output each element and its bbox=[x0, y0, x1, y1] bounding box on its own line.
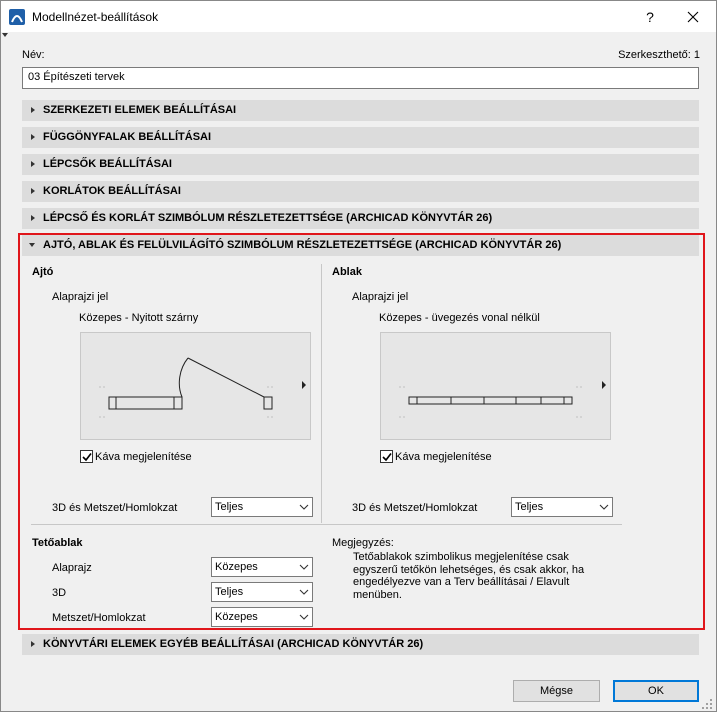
section-label: LÉPCSŐ ÉS KORLÁT SZIMBÓLUM RÉSZLETEZETTS… bbox=[43, 212, 493, 224]
resize-grip-icon[interactable] bbox=[701, 698, 713, 710]
title-bar: Modellnézet-beállítások ? bbox=[1, 1, 716, 32]
expand-arrow-icon bbox=[31, 188, 35, 194]
section-structural-elements[interactable]: SZERKEZETI ELEMEK BEÁLLÍTÁSAI bbox=[22, 100, 699, 121]
section-label: KORLÁTOK BEÁLLÍTÁSAI bbox=[43, 185, 181, 197]
section-label: FÜGGÖNYFALAK BEÁLLÍTÁSAI bbox=[43, 131, 212, 143]
name-input[interactable]: 03 Építészeti tervek bbox=[22, 67, 699, 89]
window-title: Modellnézet-beállítások bbox=[32, 10, 159, 24]
section-railings[interactable]: KORLÁTOK BEÁLLÍTÁSAI bbox=[22, 181, 699, 202]
cancel-button[interactable]: Mégse bbox=[513, 680, 600, 702]
expand-arrow-icon bbox=[31, 107, 35, 113]
section-label: SZERKEZETI ELEMEK BEÁLLÍTÁSAI bbox=[43, 104, 237, 116]
close-icon bbox=[687, 11, 699, 23]
close-button[interactable] bbox=[678, 6, 708, 28]
section-label: LÉPCSŐK BEÁLLÍTÁSAI bbox=[43, 158, 172, 170]
ok-button[interactable]: OK bbox=[613, 680, 699, 702]
section-label: KÖNYVTÁRI ELEMEK EGYÉB BEÁLLÍTÁSAI (ARCH… bbox=[43, 638, 424, 650]
corner-marker-icon bbox=[2, 33, 8, 37]
expand-arrow-icon bbox=[31, 161, 35, 167]
expand-arrow-icon bbox=[31, 134, 35, 140]
section-stair-railing-symbol[interactable]: LÉPCSŐ ÉS KORLÁT SZIMBÓLUM RÉSZLETEZETTS… bbox=[22, 208, 699, 229]
help-button[interactable]: ? bbox=[637, 6, 663, 28]
section-stairs[interactable]: LÉPCSŐK BEÁLLÍTÁSAI bbox=[22, 154, 699, 175]
expand-arrow-icon bbox=[31, 641, 35, 647]
section-curtain-walls[interactable]: FÜGGÖNYFALAK BEÁLLÍTÁSAI bbox=[22, 127, 699, 148]
editable-count-label: Szerkeszthető: 1 bbox=[618, 49, 700, 61]
highlight-frame bbox=[18, 233, 705, 630]
name-label: Név: bbox=[22, 49, 45, 61]
expand-arrow-icon bbox=[31, 215, 35, 221]
dialog-window: Modellnézet-beállítások ? Név: Szerkeszt… bbox=[0, 0, 717, 712]
archicad-app-icon bbox=[9, 9, 25, 25]
section-library-other-settings[interactable]: KÖNYVTÁRI ELEMEK EGYÉB BEÁLLÍTÁSAI (ARCH… bbox=[22, 634, 699, 655]
